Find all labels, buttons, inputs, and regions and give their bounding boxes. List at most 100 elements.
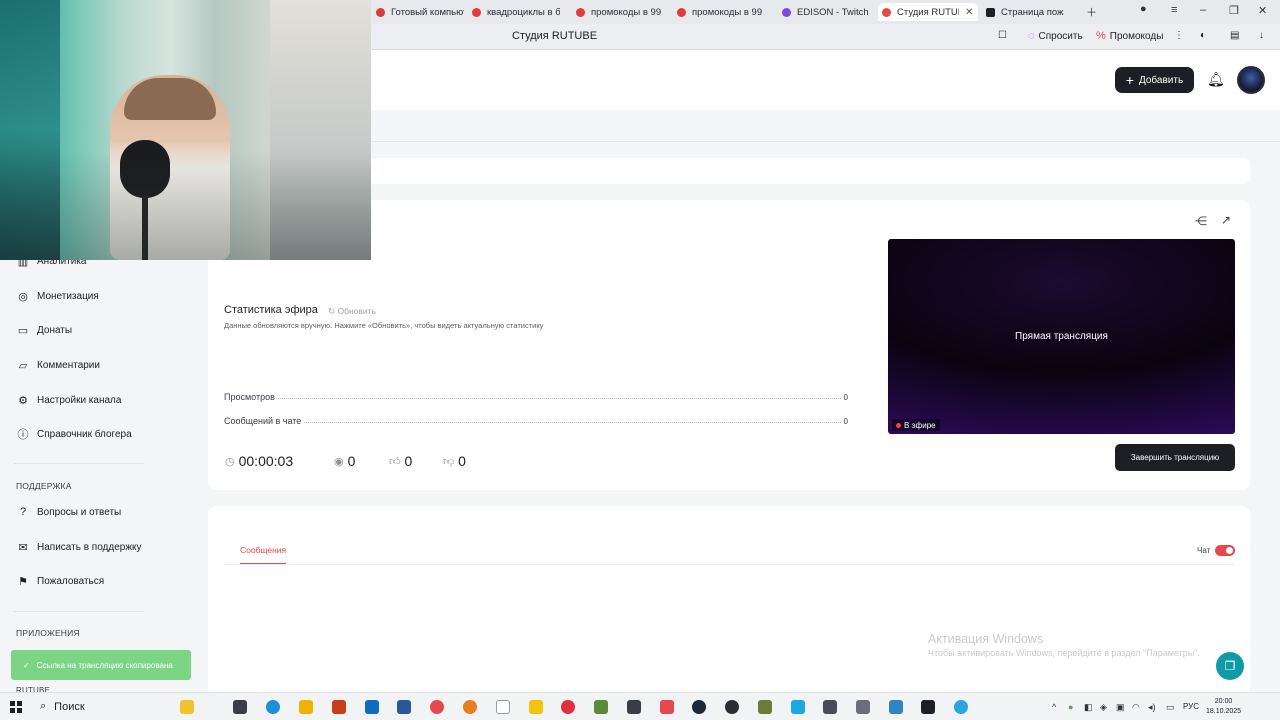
volume-icon[interactable]: ◂) (1148, 702, 1156, 713)
metric-duration: ◷ 00:00:03 (225, 453, 293, 469)
promo-button[interactable]: % Промокоды (1096, 30, 1163, 42)
tray-app-icon[interactable]: ◧ (1084, 702, 1093, 713)
help-chat-button[interactable]: ❐ (1216, 652, 1244, 680)
check-icon: ✓ (23, 660, 30, 670)
sidebar-item-label: Написать в поддержку (37, 541, 142, 553)
sidebar-item-contact-support[interactable]: ✉ Написать в поддержку (16, 537, 142, 557)
sidebar-item-donations[interactable]: ▭ Донаты (16, 320, 72, 340)
chat-toggle[interactable] (1215, 545, 1235, 556)
avatar[interactable] (1237, 66, 1265, 94)
bell-icon[interactable]: 🔔︎ (1207, 71, 1225, 88)
edge-icon[interactable] (266, 700, 280, 714)
stat-leader (277, 398, 841, 399)
sidebar-item-label: Донаты (37, 324, 73, 336)
sidebar-item-comments[interactable]: ▱ Комментарии (16, 355, 100, 375)
sidebar-item-settings[interactable]: ⚙ Настройки канала (16, 390, 121, 410)
tray-chevron-icon[interactable]: ^ (1052, 702, 1056, 712)
minecraft-icon[interactable] (594, 700, 608, 714)
clock[interactable]: 20:00 18.10.2025 (1206, 697, 1241, 717)
promo-label: Промокоды (1109, 30, 1164, 42)
stream-preview[interactable]: Прямая трансляция В эфире (888, 239, 1235, 434)
sidebar-item-monetization[interactable]: ◎ Монетизация (16, 286, 99, 306)
more-icon[interactable]: ⋮ (1174, 30, 1184, 41)
tab-label: промокоды в 99 н (692, 6, 765, 18)
bookmark-icon[interactable]: ☐ (998, 30, 1007, 41)
collections-icon[interactable]: ▤ (1230, 30, 1239, 41)
sidebar-heading-apps: ПРИЛОЖЕНИЯ (16, 628, 80, 638)
stats-note: Данные обновляются вручную. Нажмите «Обн… (224, 321, 544, 330)
network-icon[interactable]: ◠ (1132, 702, 1140, 713)
opera-icon[interactable] (561, 700, 575, 714)
notepad-icon[interactable] (496, 700, 510, 714)
tray-app-icon[interactable]: ◈ (1100, 702, 1107, 713)
tab-label: квадроциклы в б (487, 6, 560, 18)
app-icon[interactable] (889, 700, 903, 714)
battery-icon[interactable]: ▭ (1166, 702, 1175, 713)
app-icon[interactable] (660, 700, 674, 714)
tab-favicon-icon (677, 7, 686, 17)
maximize-icon[interactable]: ❐ (1229, 4, 1239, 17)
browser-tab-active[interactable]: Студия RUTUBE ✕ (878, 3, 978, 21)
end-stream-button[interactable]: Завершить трансляцию (1115, 444, 1235, 471)
yandex-icon[interactable] (430, 700, 444, 714)
add-button[interactable]: + Добавить (1115, 67, 1194, 93)
thumbs-up-icon: 👍︎ (389, 455, 401, 468)
sidebar-item-handbook[interactable]: ⓘ Справочник блогера (16, 424, 132, 444)
tray-app-icon[interactable]: ▣ (1116, 702, 1125, 713)
obs-icon[interactable] (725, 700, 739, 714)
app-icon[interactable] (791, 700, 805, 714)
powerpoint-icon[interactable] (332, 700, 346, 714)
browser-tab[interactable]: квадроциклы в б (468, 3, 560, 21)
browser-tab[interactable]: Страница пожа (982, 3, 1064, 21)
task-view-icon[interactable] (233, 700, 247, 714)
game-icon[interactable] (529, 700, 543, 714)
telegram-icon[interactable] (954, 700, 968, 714)
share-icon[interactable]: ⋲ (1195, 214, 1207, 228)
tab-messages[interactable]: Сообщения (240, 545, 286, 555)
browser-tab[interactable]: промокоды в 99 н (572, 3, 664, 21)
outlook-icon[interactable] (365, 700, 379, 714)
menu-icon[interactable]: ≡ (1171, 4, 1177, 16)
close-window-icon[interactable]: ✕ (1258, 4, 1267, 17)
minimize-icon[interactable]: – (1200, 4, 1206, 16)
browser-tab[interactable]: EDISON - Twitch (778, 3, 870, 21)
sidebar-item-label: Настройки канала (37, 394, 122, 406)
browser-tab[interactable]: Готовый компьют (372, 3, 464, 21)
explorer-icon[interactable] (299, 700, 313, 714)
word-icon[interactable] (397, 700, 411, 714)
steam-icon[interactable] (692, 700, 706, 714)
download-icon[interactable]: ↓ (1259, 30, 1264, 41)
refresh-icon: ↻ (328, 306, 336, 316)
app-icon[interactable] (823, 700, 837, 714)
sidebar-item-faq[interactable]: ? Вопросы и ответы (16, 502, 121, 522)
webcam-shadow (0, 150, 371, 260)
tab-label: Готовый компьют (391, 6, 464, 18)
tray-app-icon[interactable]: ● (1068, 702, 1073, 712)
ask-button[interactable]: ◌ Спросить (1028, 30, 1083, 42)
app-icon[interactable] (856, 700, 870, 714)
stat-value: 0 (843, 417, 848, 426)
coin-icon: ◎ (18, 290, 28, 303)
sidebar-item-report[interactable]: ⚑ Пожаловаться (16, 571, 104, 591)
app-icon[interactable] (627, 700, 641, 714)
open-external-icon[interactable]: ↗ (1221, 213, 1231, 227)
extensions-icon[interactable]: ◐ (1200, 30, 1206, 41)
firefox-icon[interactable] (463, 700, 477, 714)
new-tab-icon[interactable]: ＋ (1086, 4, 1097, 20)
webcam-overlay (0, 0, 371, 260)
windows-start-icon[interactable] (10, 701, 22, 713)
stat-label: Просмотров (224, 392, 275, 402)
profile-icon[interactable]: ● (1140, 3, 1147, 15)
yandex-browser-icon[interactable] (921, 700, 935, 714)
keyboard-language[interactable]: РУС (1183, 702, 1199, 711)
app-icon[interactable] (758, 700, 772, 714)
refresh-button[interactable]: ↻ Обновить (328, 306, 376, 317)
browser-tab[interactable]: промокоды в 99 н (673, 3, 765, 21)
widgets-icon[interactable] (180, 700, 194, 714)
stat-row-views: Просмотров 0 (224, 390, 848, 402)
taskbar-search[interactable]: ⌕ Поиск (40, 700, 85, 713)
tab-favicon-icon (472, 7, 481, 17)
tab-favicon-icon (986, 7, 995, 17)
tab-close-icon[interactable]: ✕ (965, 7, 973, 18)
sidebar-item-label: Комментарии (37, 359, 100, 371)
